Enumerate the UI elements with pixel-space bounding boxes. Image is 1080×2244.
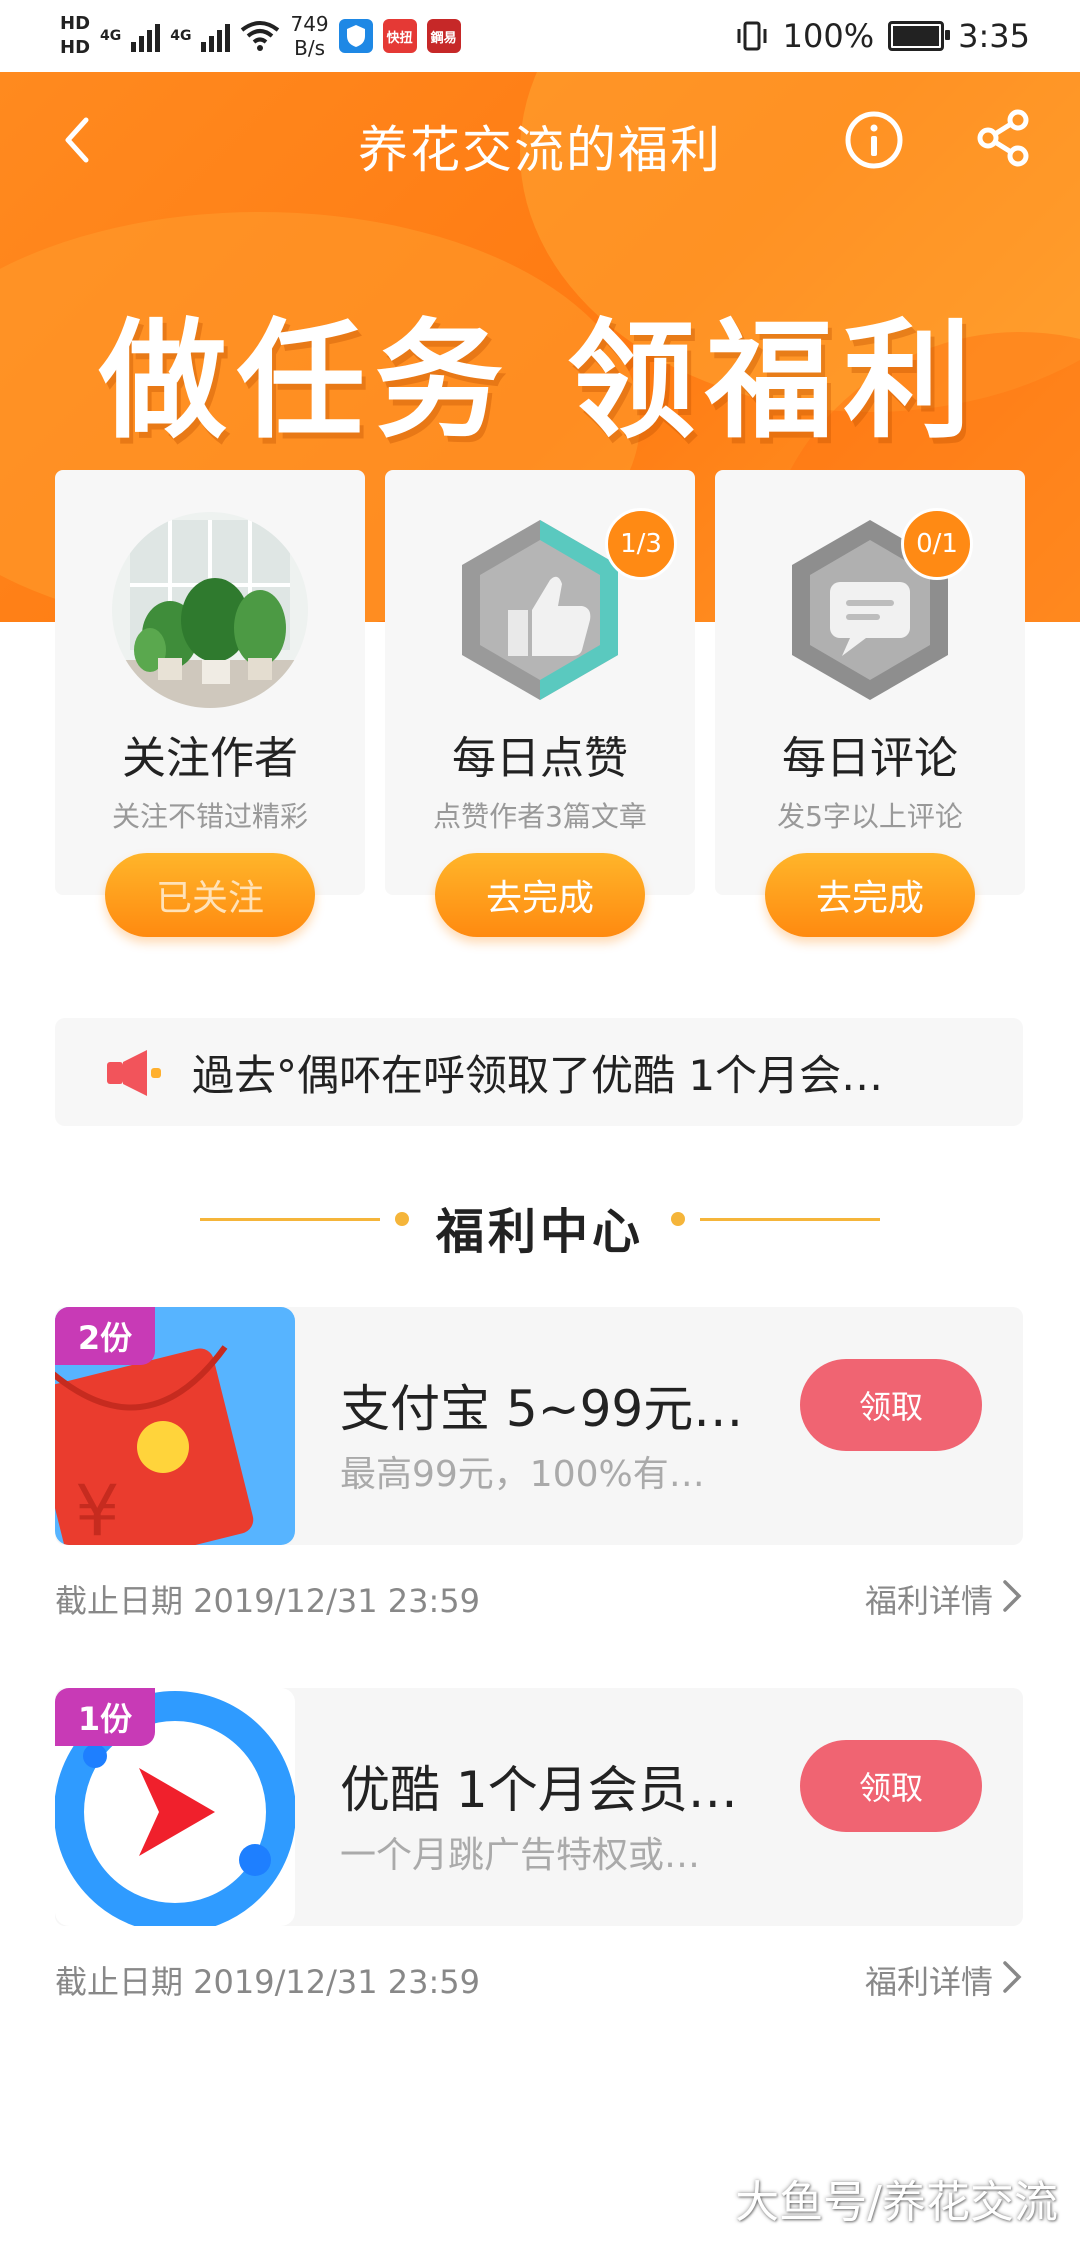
task-desc: 点赞作者3篇文章 (433, 800, 647, 833)
vibrate-icon (737, 21, 767, 51)
banner-title: 做任务 领福利 (98, 307, 982, 456)
go-complete-button[interactable]: 去完成 (435, 853, 645, 937)
network-speed: 749 B/s (290, 12, 329, 60)
battery-icon (888, 21, 951, 51)
watermark: 大鱼号/养花交流 (735, 2177, 1058, 2228)
svg-text:¥: ¥ (75, 1470, 120, 1545)
speaker-icon (107, 1050, 161, 1096)
detail-link[interactable]: 福利详情 (865, 1957, 993, 2003)
signal-icon (131, 20, 161, 52)
reward-meta: 截止日期 2019/12/31 23:59 福利详情 (55, 1957, 1023, 2007)
reward-card-alipay[interactable]: ¥ 2份 支付宝 5~99元… 最高99元，100%有… 领取 (55, 1307, 1023, 1545)
task-desc: 发5字以上评论 (777, 800, 963, 833)
go-complete-button[interactable]: 去完成 (765, 853, 975, 937)
status-right: 100% 3:35 (735, 14, 1030, 58)
wifi-icon (241, 21, 280, 51)
signal-icon-2 (201, 20, 231, 52)
section-title: 福利中心 (435, 1204, 644, 1260)
shield-app-icon (338, 19, 373, 53)
battery-percent: 100% (782, 17, 875, 55)
section-header: 福利中心 (0, 1182, 1080, 1262)
clock: 3:35 (958, 17, 1030, 55)
task-card-follow: 关注作者 关注不错过精彩 已关注 (55, 470, 365, 937)
quantity-tag: 1份 (55, 1688, 155, 1746)
deadline-text: 截止日期 2019/12/31 23:59 (55, 1582, 481, 1620)
notice-text: 過去°偶吥在呼领取了优酷 1个月会… (192, 1051, 884, 1100)
deadline-text: 截止日期 2019/12/31 23:59 (55, 1963, 481, 2001)
followed-button[interactable]: 已关注 (105, 853, 315, 937)
share-icon[interactable] (972, 106, 1036, 170)
progress-badge: 1/3 (605, 508, 677, 580)
task-name: 每日评论 (782, 733, 958, 784)
quantity-tag: 2份 (55, 1307, 155, 1365)
status-bar: HD HD 4G 4G 749 B/s 快扭 鋼易 100% 3:35 (0, 0, 1080, 72)
status-left: HD HD 4G 4G 749 B/s 快扭 鋼易 (60, 8, 461, 64)
hd-indicator: HD HD (60, 13, 91, 58)
app-icon-wangyi: 鋼易 (426, 19, 461, 53)
task-card-like: 1/3 每日点赞 点赞作者3篇文章 去完成 (385, 470, 695, 937)
info-icon[interactable] (842, 108, 906, 172)
navbar: 养花交流的福利 (0, 72, 1080, 212)
progress-badge: 0/1 (901, 508, 973, 580)
reward-card-youku[interactable]: 1份 优酷 1个月会员… 一个月跳广告特权或… 领取 (55, 1688, 1023, 1926)
task-desc: 关注不错过精彩 (111, 800, 308, 833)
page-title: 养花交流的福利 (358, 121, 722, 179)
chevron-right-icon[interactable] (1001, 1959, 1023, 1995)
task-name: 关注作者 (122, 733, 298, 784)
claim-button[interactable]: 领取 (800, 1359, 982, 1451)
reward-meta: 截止日期 2019/12/31 23:59 福利详情 (55, 1576, 1023, 1626)
claim-notice-bar: 過去°偶吥在呼领取了优酷 1个月会… (55, 1018, 1023, 1126)
task-card-comment: 0/1 每日评论 发5字以上评论 去完成 (715, 470, 1025, 937)
reward-title: 支付宝 5~99元… (340, 1380, 744, 1438)
reward-title: 优酷 1个月会员… (340, 1761, 738, 1819)
detail-link[interactable]: 福利详情 (865, 1576, 993, 1622)
reward-subtitle: 最高99元，100%有… (340, 1454, 705, 1495)
app-icon-kuaibao: 快扭 (382, 19, 417, 53)
plant-photo (112, 512, 308, 708)
chevron-right-icon[interactable] (1001, 1578, 1023, 1614)
task-name: 每日点赞 (452, 733, 628, 784)
claim-button[interactable]: 领取 (800, 1740, 982, 1832)
reward-subtitle: 一个月跳广告特权或… (340, 1835, 701, 1876)
network-type-1: 4G (100, 28, 122, 44)
network-type-2: 4G (170, 28, 192, 44)
